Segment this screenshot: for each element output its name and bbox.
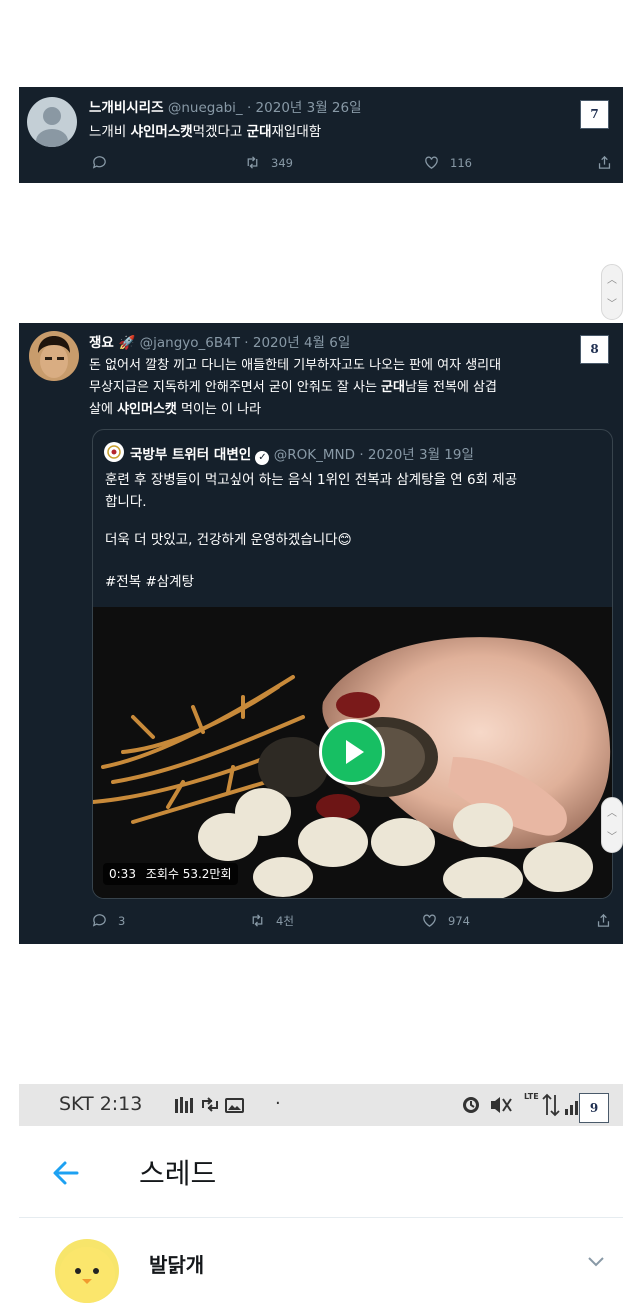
hashtags[interactable]: #전복 #삼계탕 bbox=[105, 570, 194, 590]
quote-text-line: 더욱 더 맛있고, 건강하게 운영하겠습니다😊 bbox=[105, 532, 352, 548]
retweet-icon bbox=[247, 156, 258, 169]
share-icon bbox=[598, 155, 611, 169]
tweet-date[interactable]: · 2020년 4월 6일 bbox=[244, 335, 350, 351]
status-carrier-time: SKT 2:13 bbox=[59, 1093, 143, 1115]
quote-handle[interactable]: @ROK_MND bbox=[274, 447, 355, 463]
share-button[interactable] bbox=[596, 154, 613, 171]
user-avatar[interactable] bbox=[29, 331, 79, 381]
scroll-handle[interactable]: ︿ ﹀ bbox=[601, 797, 623, 853]
reply-button[interactable]: 3 bbox=[91, 912, 125, 929]
reply-icon bbox=[92, 156, 106, 169]
reply-count: 3 bbox=[118, 913, 126, 928]
quote-date[interactable]: · 2020년 3월 19일 bbox=[359, 447, 474, 463]
text-segment: 남들 전복에 삼겹 bbox=[404, 380, 497, 395]
chevron-up-icon: ︿ bbox=[607, 275, 617, 286]
play-button[interactable] bbox=[319, 719, 385, 785]
ministry-emblem-icon bbox=[107, 445, 121, 459]
default-avatar[interactable] bbox=[27, 97, 77, 147]
quote-text-line: 훈련 후 장병들이 먹고싶어 하는 음식 1위인 전복과 삼계탕을 연 6회 제… bbox=[105, 472, 518, 488]
retweet-button[interactable]: 4천 bbox=[249, 912, 294, 929]
retweet-icon bbox=[252, 914, 263, 927]
header-title: 스레드 bbox=[139, 1157, 217, 1190]
text-highlight: 군대 bbox=[246, 124, 272, 140]
chevron-down-icon: ﹀ bbox=[607, 832, 617, 843]
text-highlight: 군대 bbox=[381, 380, 405, 395]
back-button[interactable] bbox=[49, 1156, 83, 1190]
scroll-handle[interactable]: ︿ ﹀ bbox=[601, 264, 623, 320]
verified-badge-icon: ✓ bbox=[255, 451, 270, 465]
profile-photo-icon bbox=[29, 331, 79, 381]
retweet-count: 349 bbox=[271, 155, 293, 170]
quoted-tweet[interactable]: 국방부 트위터 대변인 ✓ @ROK_MND · 2020년 3월 19일 훈련… bbox=[92, 429, 613, 899]
share-button[interactable] bbox=[595, 912, 612, 929]
tweet-card-7[interactable]: 느개비시리즈 @nuegabi_ · 2020년 3월 26일 느개비 샤인머스… bbox=[19, 87, 623, 183]
sequence-number-badge: 9 bbox=[579, 1093, 609, 1123]
lte-indicator: LTE bbox=[524, 1092, 539, 1101]
quote-avatar[interactable] bbox=[104, 442, 124, 462]
like-count: 974 bbox=[448, 913, 470, 928]
tweet-text: 느개비 샤인머스캣먹겠다고 군대재입대함 bbox=[89, 120, 321, 140]
person-icon bbox=[36, 107, 68, 147]
video-duration-overlay: 0:33 조회수 53.2만회 bbox=[103, 863, 238, 885]
tweet-header: 느개비시리즈 @nuegabi_ · 2020년 3월 26일 bbox=[89, 96, 362, 116]
user-handle[interactable]: @jangyo_6B4T bbox=[140, 335, 240, 351]
chevron-up-icon: ︿ bbox=[607, 808, 617, 819]
tweet-date[interactable]: · 2020년 3월 26일 bbox=[247, 100, 362, 116]
play-icon bbox=[346, 740, 364, 764]
display-name[interactable]: 쟁요 🚀 bbox=[89, 335, 135, 351]
retweet-count: 4천 bbox=[276, 913, 294, 928]
text-segment: 느개비 bbox=[89, 124, 131, 140]
text-segment: 살에 bbox=[89, 402, 118, 417]
chevron-down-icon bbox=[588, 1257, 604, 1267]
display-name[interactable]: 느개비시리즈 bbox=[89, 100, 164, 116]
share-icon bbox=[597, 913, 610, 927]
tweet-text-line: 무상지급은 지독하게 안해주면서 굳이 안줘도 잘 사는 군대남들 전복에 삼겹 bbox=[89, 376, 497, 395]
heart-icon bbox=[425, 156, 438, 169]
tweet-text-line: 돈 없어서 깔창 끼고 다니는 애들한테 기부하자고도 나오는 판에 여자 생리… bbox=[89, 358, 502, 373]
user-handle[interactable]: @nuegabi_ bbox=[168, 100, 243, 116]
thread-first-tweet[interactable]: 발닭개 bbox=[19, 1219, 623, 1303]
tweet-text-line: 살에 샤인머스캣 먹이는 이 나라 bbox=[89, 398, 261, 417]
text-highlight: 샤인머스캣 bbox=[130, 124, 193, 140]
sequence-number-badge: 8 bbox=[580, 335, 609, 364]
arrow-left-icon bbox=[53, 1161, 79, 1185]
thread-user-name[interactable]: 발닭개 bbox=[149, 1249, 204, 1278]
app-header: 스레드 bbox=[19, 1126, 623, 1218]
quote-header: 국방부 트위터 대변인 ✓ @ROK_MND · 2020년 3월 19일 bbox=[130, 443, 474, 465]
quote-display-name[interactable]: 국방부 트위터 대변인 bbox=[130, 447, 251, 463]
tweet-header: 쟁요 🚀 @jangyo_6B4T · 2020년 4월 6일 bbox=[89, 331, 350, 351]
quote-text-line: 합니다. bbox=[105, 494, 147, 510]
notification-icons bbox=[175, 1097, 244, 1113]
chick-icon bbox=[59, 1247, 115, 1303]
sequence-number-badge: 7 bbox=[580, 100, 609, 129]
android-status-bar: SKT 2:13 · LTE 9 bbox=[19, 1084, 623, 1126]
text-segment: 먹이는 이 나라 bbox=[176, 402, 262, 417]
reply-button[interactable] bbox=[91, 154, 108, 171]
text-segment: 무상지급은 지독하게 안해주면서 굳이 안줘도 잘 사는 bbox=[89, 380, 382, 395]
like-button[interactable]: 116 bbox=[423, 154, 472, 171]
like-count: 116 bbox=[450, 155, 472, 170]
tweet-card-8[interactable]: 쟁요 🚀 @jangyo_6B4T · 2020년 4월 6일 돈 없어서 깔창… bbox=[19, 323, 623, 944]
text-segment: 재입대함 bbox=[271, 124, 322, 140]
text-segment: 먹겠다고 bbox=[192, 124, 247, 140]
video-duration: 0:33 bbox=[109, 867, 136, 881]
heart-icon bbox=[423, 914, 436, 927]
video-views: 조회수 53.2만회 bbox=[145, 867, 232, 881]
like-button[interactable]: 974 bbox=[421, 912, 470, 929]
retweet-button[interactable]: 349 bbox=[244, 154, 293, 171]
chevron-down-icon: ﹀ bbox=[607, 299, 617, 310]
status-dot: · bbox=[275, 1093, 281, 1114]
reply-icon bbox=[92, 914, 106, 927]
text-highlight: 샤인머스캣 bbox=[117, 402, 177, 417]
more-options-button[interactable] bbox=[585, 1253, 607, 1269]
chick-avatar[interactable] bbox=[55, 1239, 119, 1303]
video-player[interactable]: 0:33 조회수 53.2만회 bbox=[93, 607, 612, 898]
